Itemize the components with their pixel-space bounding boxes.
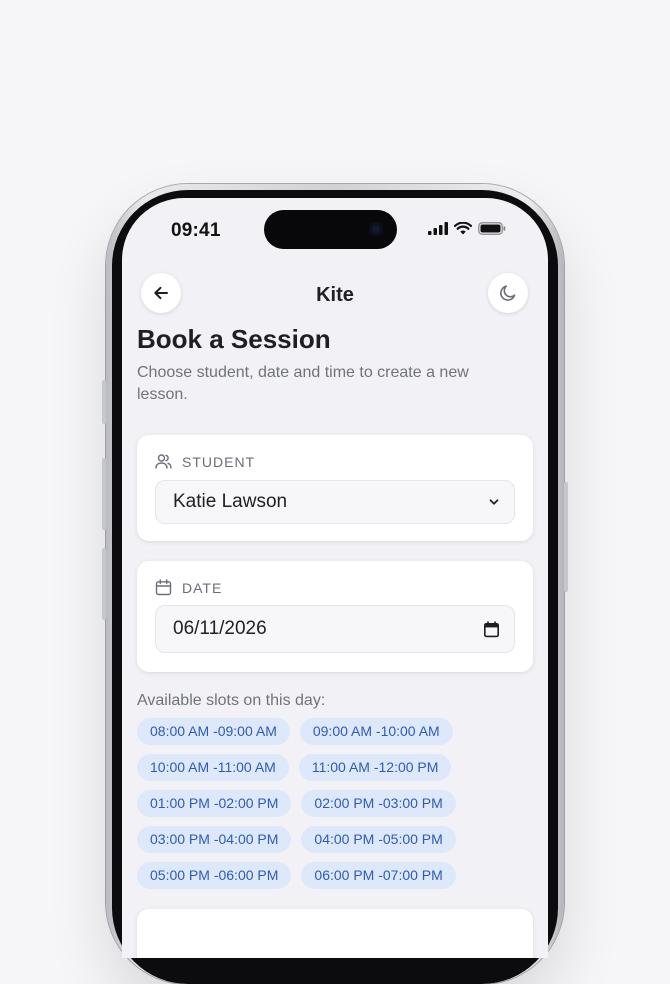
calendar-picker-icon[interactable] [483,620,500,638]
slot-row: 01:00 PM -02:00 PM 02:00 PM -03:00 PM [137,790,533,817]
date-label: DATE [182,580,223,596]
phone-side-button [102,380,106,424]
student-select-value: Katie Lawson [173,491,288,512]
date-card: DATE 06/11/2026 [137,561,533,672]
chevron-down-icon [489,499,499,505]
moon-icon [500,285,516,301]
student-label: STUDENT [182,454,256,470]
phone-side-button [564,482,568,592]
wifi-icon [454,222,472,235]
next-card [137,909,533,958]
dynamic-island [264,210,397,249]
slot-chip[interactable]: 03:00 PM -04:00 PM [137,826,292,853]
battery-icon [478,222,506,235]
slots-list: 08:00 AM -09:00 AM 09:00 AM -10:00 AM 10… [137,718,533,898]
app-title: Kite [316,284,354,306]
slots-label: Available slots on this day: [137,692,326,709]
slot-chip[interactable]: 02:00 PM -03:00 PM [301,790,456,817]
slot-chip[interactable]: 10:00 AM -11:00 AM [137,754,289,781]
phone-side-button [102,548,106,620]
slot-chip[interactable]: 11:00 AM -12:00 PM [298,754,452,781]
phone-side-button [102,458,106,530]
theme-toggle-button[interactable] [488,273,528,313]
slot-row: 05:00 PM -06:00 PM 06:00 PM -07:00 PM [137,862,533,889]
page-subtitle: Choose student, date and time to create … [137,364,469,403]
slot-chip[interactable]: 05:00 PM -06:00 PM [137,862,292,889]
student-select[interactable]: Katie Lawson [155,480,515,524]
status-bar: 09:41 [122,198,548,258]
users-icon [155,453,172,475]
slot-row: 10:00 AM -11:00 AM 11:00 AM -12:00 PM [137,754,533,781]
slot-chip[interactable]: 06:00 PM -07:00 PM [301,862,456,889]
status-icons [428,222,506,235]
top-bar: Kite [122,272,548,316]
slot-row: 03:00 PM -04:00 PM 04:00 PM -05:00 PM [137,826,533,853]
camera-icon [369,222,383,236]
calendar-icon [155,579,172,601]
slot-chip[interactable]: 09:00 AM -10:00 AM [299,718,453,745]
student-card: STUDENT Katie Lawson [137,435,533,541]
slot-chip[interactable]: 04:00 PM -05:00 PM [301,826,456,853]
slot-chip[interactable]: 08:00 AM -09:00 AM [137,718,290,745]
app-screen: 09:41 Kite Book a Session Choose student… [122,198,548,958]
slot-chip[interactable]: 01:00 PM -02:00 PM [137,790,292,817]
date-input[interactable]: 06/11/2026 [155,605,515,653]
slot-row: 08:00 AM -09:00 AM 09:00 AM -10:00 AM [137,718,533,745]
signal-icon [428,222,448,235]
page-title: Book a Session [137,324,331,354]
status-time: 09:41 [171,220,221,241]
date-input-value: 06/11/2026 [173,618,267,639]
